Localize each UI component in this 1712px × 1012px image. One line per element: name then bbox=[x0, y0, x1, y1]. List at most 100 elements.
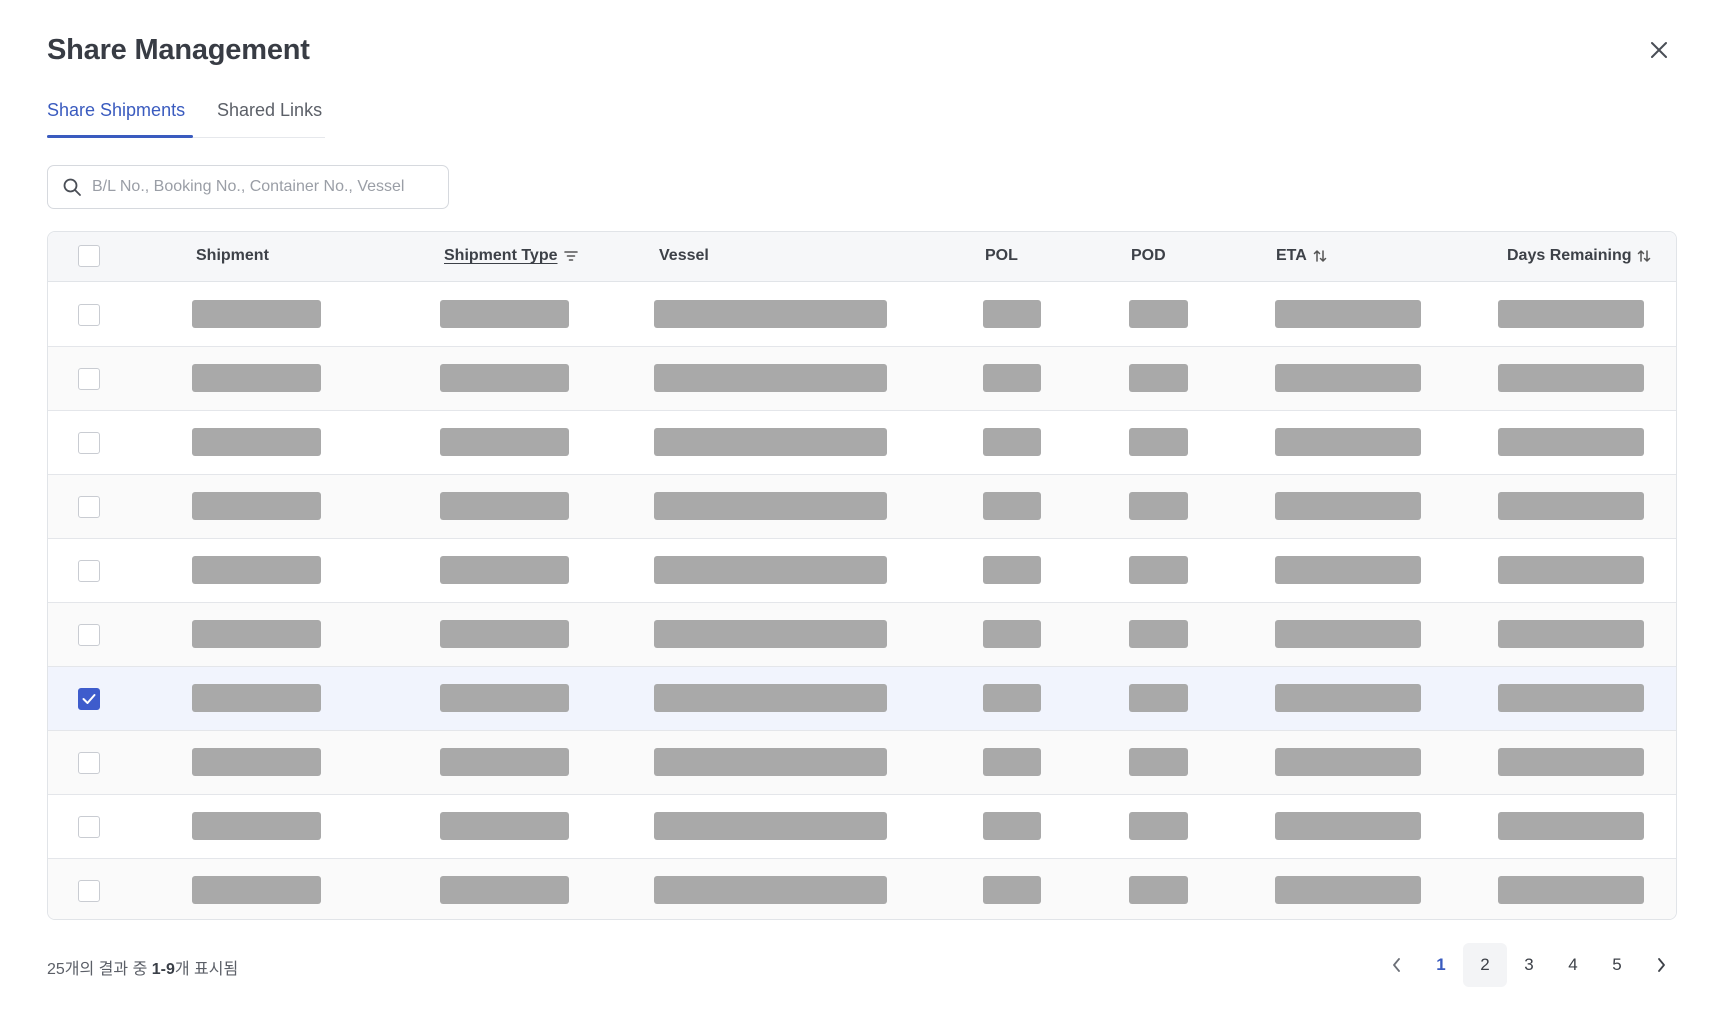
column-label: Shipment Type bbox=[444, 247, 558, 264]
cell-placeholder-days-remaining bbox=[1498, 492, 1644, 520]
tab-bar: Share Shipments Shared Links bbox=[47, 96, 325, 138]
cell-placeholder-vessel bbox=[654, 364, 887, 392]
cell-placeholder-shipment bbox=[192, 300, 321, 328]
cell-placeholder-eta bbox=[1275, 556, 1421, 584]
table-row[interactable] bbox=[48, 603, 1676, 667]
table-row[interactable] bbox=[48, 411, 1676, 475]
column-label: Shipment bbox=[196, 247, 269, 264]
cell-placeholder-shipment-type bbox=[440, 812, 569, 840]
row-checkbox[interactable] bbox=[78, 816, 100, 838]
next-page-button[interactable] bbox=[1639, 943, 1683, 987]
cell-placeholder-eta bbox=[1275, 492, 1421, 520]
page-button-4[interactable]: 4 bbox=[1551, 943, 1595, 987]
shipments-table: Shipment Shipment Type Vessel POL POD ET… bbox=[47, 231, 1677, 920]
column-header-days-remaining[interactable]: Days Remaining bbox=[1507, 247, 1651, 265]
cell-placeholder-pol bbox=[983, 684, 1041, 712]
cell-placeholder-shipment-type bbox=[440, 748, 569, 776]
cell-placeholder-pol bbox=[983, 748, 1041, 776]
cell-placeholder-pod bbox=[1129, 812, 1188, 840]
column-header-shipment-type[interactable]: Shipment Type bbox=[444, 247, 578, 265]
column-header-eta[interactable]: ETA bbox=[1276, 247, 1327, 265]
cell-placeholder-vessel bbox=[654, 492, 887, 520]
cell-placeholder-pod bbox=[1129, 300, 1188, 328]
close-icon bbox=[1651, 42, 1667, 58]
row-checkbox[interactable] bbox=[78, 432, 100, 454]
table-row[interactable] bbox=[48, 667, 1676, 731]
pagination: 1 2 3 4 5 bbox=[1375, 943, 1683, 987]
row-checkbox[interactable] bbox=[78, 496, 100, 518]
cell-placeholder-pol bbox=[983, 620, 1041, 648]
cell-placeholder-vessel bbox=[654, 684, 887, 712]
cell-placeholder-shipment-type bbox=[440, 428, 569, 456]
chevron-right-icon bbox=[1658, 958, 1665, 972]
cell-placeholder-shipment-type bbox=[440, 300, 569, 328]
cell-placeholder-days-remaining bbox=[1498, 748, 1644, 776]
cell-placeholder-shipment-type bbox=[440, 684, 569, 712]
search-box bbox=[47, 165, 449, 209]
cell-placeholder-pod bbox=[1129, 876, 1188, 904]
results-count-prefix: 25개의 결과 중 bbox=[47, 961, 152, 978]
cell-placeholder-shipment bbox=[192, 620, 321, 648]
row-checkbox[interactable] bbox=[78, 688, 100, 710]
cell-placeholder-vessel bbox=[654, 300, 887, 328]
cell-placeholder-pol bbox=[983, 428, 1041, 456]
cell-placeholder-shipment-type bbox=[440, 620, 569, 648]
cell-placeholder-vessel bbox=[654, 620, 887, 648]
search-input[interactable] bbox=[92, 178, 412, 196]
cell-placeholder-shipment bbox=[192, 876, 321, 904]
filter-icon[interactable] bbox=[563, 250, 578, 262]
table-row[interactable] bbox=[48, 731, 1676, 795]
tab-shared-links[interactable]: Shared Links bbox=[217, 100, 322, 121]
cell-placeholder-shipment bbox=[192, 556, 321, 584]
page-button-3[interactable]: 3 bbox=[1507, 943, 1551, 987]
prev-page-button[interactable] bbox=[1375, 943, 1419, 987]
column-label: POD bbox=[1131, 247, 1166, 264]
cell-placeholder-vessel bbox=[654, 556, 887, 584]
row-checkbox[interactable] bbox=[78, 880, 100, 902]
row-checkbox[interactable] bbox=[78, 624, 100, 646]
column-header-shipment: Shipment bbox=[196, 247, 269, 265]
page-button-2[interactable]: 2 bbox=[1463, 943, 1507, 987]
results-count-range: 1-9 bbox=[151, 961, 175, 978]
cell-placeholder-shipment bbox=[192, 684, 321, 712]
cell-placeholder-shipment bbox=[192, 364, 321, 392]
cell-placeholder-pod bbox=[1129, 556, 1188, 584]
table-row[interactable] bbox=[48, 475, 1676, 539]
cell-placeholder-pol bbox=[983, 556, 1041, 584]
row-checkbox[interactable] bbox=[78, 368, 100, 390]
page-button-5[interactable]: 5 bbox=[1595, 943, 1639, 987]
table-header: Shipment Shipment Type Vessel POL POD ET… bbox=[48, 232, 1676, 282]
cell-placeholder-eta bbox=[1275, 300, 1421, 328]
column-label: ETA bbox=[1276, 247, 1307, 264]
table-row[interactable] bbox=[48, 539, 1676, 603]
cell-placeholder-eta bbox=[1275, 428, 1421, 456]
sort-icon[interactable] bbox=[1637, 249, 1651, 263]
row-checkbox[interactable] bbox=[78, 752, 100, 774]
column-header-vessel: Vessel bbox=[659, 247, 709, 265]
sort-icon[interactable] bbox=[1313, 249, 1327, 263]
close-button[interactable] bbox=[1645, 36, 1673, 64]
table-row[interactable] bbox=[48, 347, 1676, 411]
tab-share-shipments[interactable]: Share Shipments bbox=[47, 100, 185, 121]
dialog-title: Share Management bbox=[47, 34, 310, 66]
cell-placeholder-pod bbox=[1129, 492, 1188, 520]
cell-placeholder-eta bbox=[1275, 684, 1421, 712]
cell-placeholder-vessel bbox=[654, 876, 887, 904]
table-row[interactable] bbox=[48, 859, 1676, 919]
page-button-1[interactable]: 1 bbox=[1419, 943, 1463, 987]
table-row[interactable] bbox=[48, 795, 1676, 859]
row-checkbox[interactable] bbox=[78, 560, 100, 582]
cell-placeholder-pol bbox=[983, 876, 1041, 904]
cell-placeholder-pol bbox=[983, 492, 1041, 520]
results-count-suffix: 개 표시됨 bbox=[174, 961, 239, 978]
results-count: 25개의 결과 중 1-9개 표시됨 bbox=[47, 955, 238, 979]
cell-placeholder-days-remaining bbox=[1498, 364, 1644, 392]
select-all-checkbox[interactable] bbox=[78, 245, 100, 267]
table-row[interactable] bbox=[48, 283, 1676, 347]
checkmark-icon bbox=[82, 694, 96, 704]
cell-placeholder-shipment bbox=[192, 748, 321, 776]
cell-placeholder-eta bbox=[1275, 812, 1421, 840]
cell-placeholder-days-remaining bbox=[1498, 300, 1644, 328]
row-checkbox[interactable] bbox=[78, 304, 100, 326]
cell-placeholder-vessel bbox=[654, 812, 887, 840]
